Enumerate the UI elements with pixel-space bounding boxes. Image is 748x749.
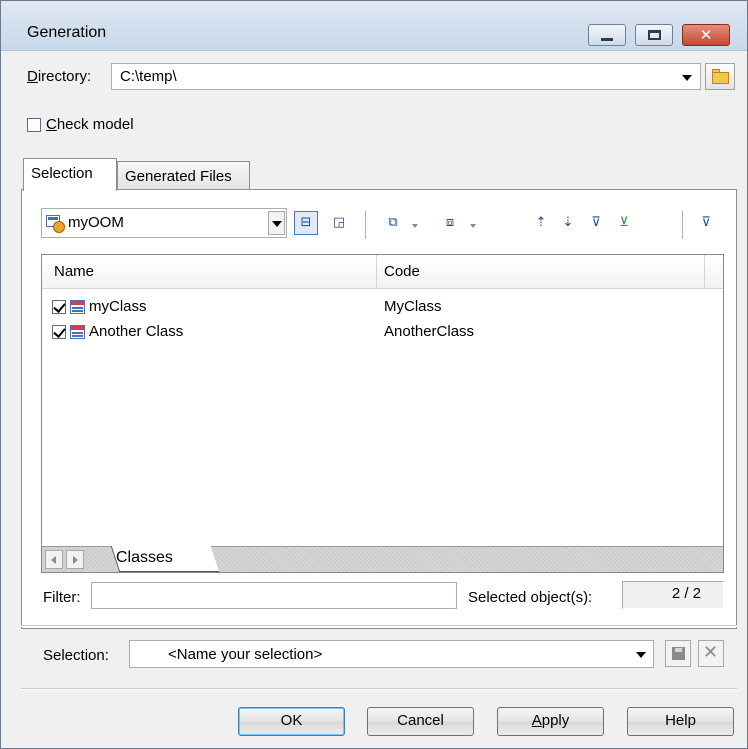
selected-objects-count: 2 / 2 bbox=[622, 581, 724, 609]
row-checkbox[interactable] bbox=[52, 325, 66, 339]
move-down-button[interactable]: ⇣ bbox=[556, 211, 580, 235]
save-icon bbox=[672, 647, 685, 660]
column-header-name[interactable]: Name bbox=[54, 263, 94, 280]
close-icon: ✕ bbox=[699, 26, 713, 44]
model-select[interactable]: myOOM bbox=[41, 208, 287, 238]
filter-label: Filter: bbox=[43, 589, 81, 606]
window-title: Generation bbox=[27, 24, 107, 41]
table-row[interactable]: myClass MyClass bbox=[42, 296, 723, 320]
apply-button[interactable]: Apply bbox=[497, 707, 604, 736]
filter-toggle-button[interactable]: ⊽ bbox=[694, 211, 718, 235]
table-row[interactable]: Another Class AnotherClass bbox=[42, 321, 723, 345]
class-icon bbox=[70, 300, 85, 314]
deselect-all-button[interactable]: ⧈ bbox=[438, 211, 462, 235]
close-icon: ✕ bbox=[703, 642, 719, 663]
directory-label: Directory: bbox=[27, 68, 92, 85]
model-dropdown-button[interactable] bbox=[268, 211, 285, 235]
tab-generated-files[interactable]: Generated Files bbox=[117, 161, 250, 191]
selected-objects-label: Selected object(s): bbox=[468, 589, 593, 606]
directory-combo[interactable]: C:\temp\ bbox=[111, 63, 701, 90]
filter-toggle-icon: ⊽ bbox=[701, 215, 711, 230]
model-select-value: myOOM bbox=[68, 214, 124, 231]
model-icon bbox=[46, 215, 66, 233]
chevron-down-icon bbox=[272, 221, 282, 227]
help-button[interactable]: Help bbox=[627, 707, 734, 736]
locate-button[interactable]: ◲ bbox=[327, 211, 351, 235]
column-divider[interactable] bbox=[704, 255, 705, 289]
chevron-down-icon[interactable] bbox=[470, 224, 476, 228]
scroll-left-button[interactable] bbox=[45, 550, 63, 569]
save-selection-button[interactable] bbox=[665, 640, 691, 667]
grid-header: Name Code bbox=[42, 255, 723, 289]
maximize-button[interactable] bbox=[635, 24, 673, 46]
row-name: Another Class bbox=[89, 323, 184, 340]
filter-input[interactable] bbox=[91, 582, 457, 609]
check-model-checkbox[interactable] bbox=[27, 118, 41, 132]
toolbar-separator bbox=[682, 211, 683, 239]
chevron-down-icon[interactable] bbox=[412, 224, 418, 228]
move-up-icon: ⇡ bbox=[535, 215, 547, 230]
row-code: AnotherClass bbox=[384, 323, 475, 340]
browse-directory-button[interactable] bbox=[705, 63, 735, 90]
class-icon bbox=[70, 325, 85, 339]
chevron-right-icon bbox=[73, 556, 78, 564]
separator bbox=[21, 625, 737, 627]
filter-edit-icon: ⊽ bbox=[591, 215, 601, 230]
deselect-all-icon: ⧈ bbox=[445, 215, 455, 230]
toolbar-separator bbox=[365, 211, 366, 239]
hierarchy-toggle-button[interactable]: ⊟ bbox=[294, 211, 318, 235]
delete-selection-button[interactable]: ✕ bbox=[698, 640, 724, 667]
cancel-button[interactable]: Cancel bbox=[367, 707, 474, 736]
directory-value: C:\temp\ bbox=[120, 68, 177, 85]
column-divider[interactable] bbox=[376, 255, 377, 289]
filter-apply-button[interactable]: ⊻ bbox=[612, 211, 636, 235]
locate-icon: ◲ bbox=[332, 215, 346, 230]
scroll-right-button[interactable] bbox=[66, 550, 84, 569]
select-all-button[interactable]: ⧉ bbox=[381, 211, 405, 235]
chevron-down-icon[interactable] bbox=[682, 75, 692, 81]
close-button[interactable]: ✕ bbox=[682, 24, 730, 46]
ok-button[interactable]: OK bbox=[238, 707, 345, 736]
filter-apply-icon: ⊻ bbox=[619, 215, 629, 230]
generation-dialog: Generation ✕ Directory: C:\temp\ Check m… bbox=[0, 0, 748, 749]
move-up-button[interactable]: ⇡ bbox=[529, 211, 553, 235]
sheet-tab-label[interactable]: Classes bbox=[116, 549, 173, 567]
chevron-left-icon bbox=[51, 556, 56, 564]
tab-selection[interactable]: Selection bbox=[23, 158, 117, 191]
column-header-code[interactable]: Code bbox=[384, 263, 420, 280]
check-model-label[interactable]: Check model bbox=[46, 116, 134, 133]
chevron-down-icon[interactable] bbox=[636, 652, 646, 658]
filter-edit-button[interactable]: ⊽ bbox=[584, 211, 608, 235]
selection-label: Selection: bbox=[43, 647, 109, 664]
hierarchy-icon: ⊟ bbox=[300, 215, 312, 230]
selected-objects-value: 2 / 2 bbox=[671, 585, 701, 602]
maximize-icon bbox=[647, 30, 661, 40]
minimize-icon bbox=[601, 37, 613, 41]
minimize-button[interactable] bbox=[588, 24, 626, 46]
move-down-icon: ⇣ bbox=[562, 215, 574, 230]
objects-grid: Name Code myClass MyClass Another Class … bbox=[41, 254, 724, 573]
row-code: MyClass bbox=[384, 298, 442, 315]
sheet-tab-bar: Classes bbox=[42, 546, 723, 572]
title-bar[interactable]: Generation ✕ bbox=[1, 1, 747, 51]
row-name: myClass bbox=[89, 298, 147, 315]
row-checkbox[interactable] bbox=[52, 300, 66, 314]
separator bbox=[21, 688, 737, 690]
selection-name-input[interactable]: <Name your selection> bbox=[168, 646, 322, 663]
selection-name-combo[interactable]: <Name your selection> bbox=[129, 640, 654, 668]
select-all-icon: ⧉ bbox=[388, 215, 398, 230]
